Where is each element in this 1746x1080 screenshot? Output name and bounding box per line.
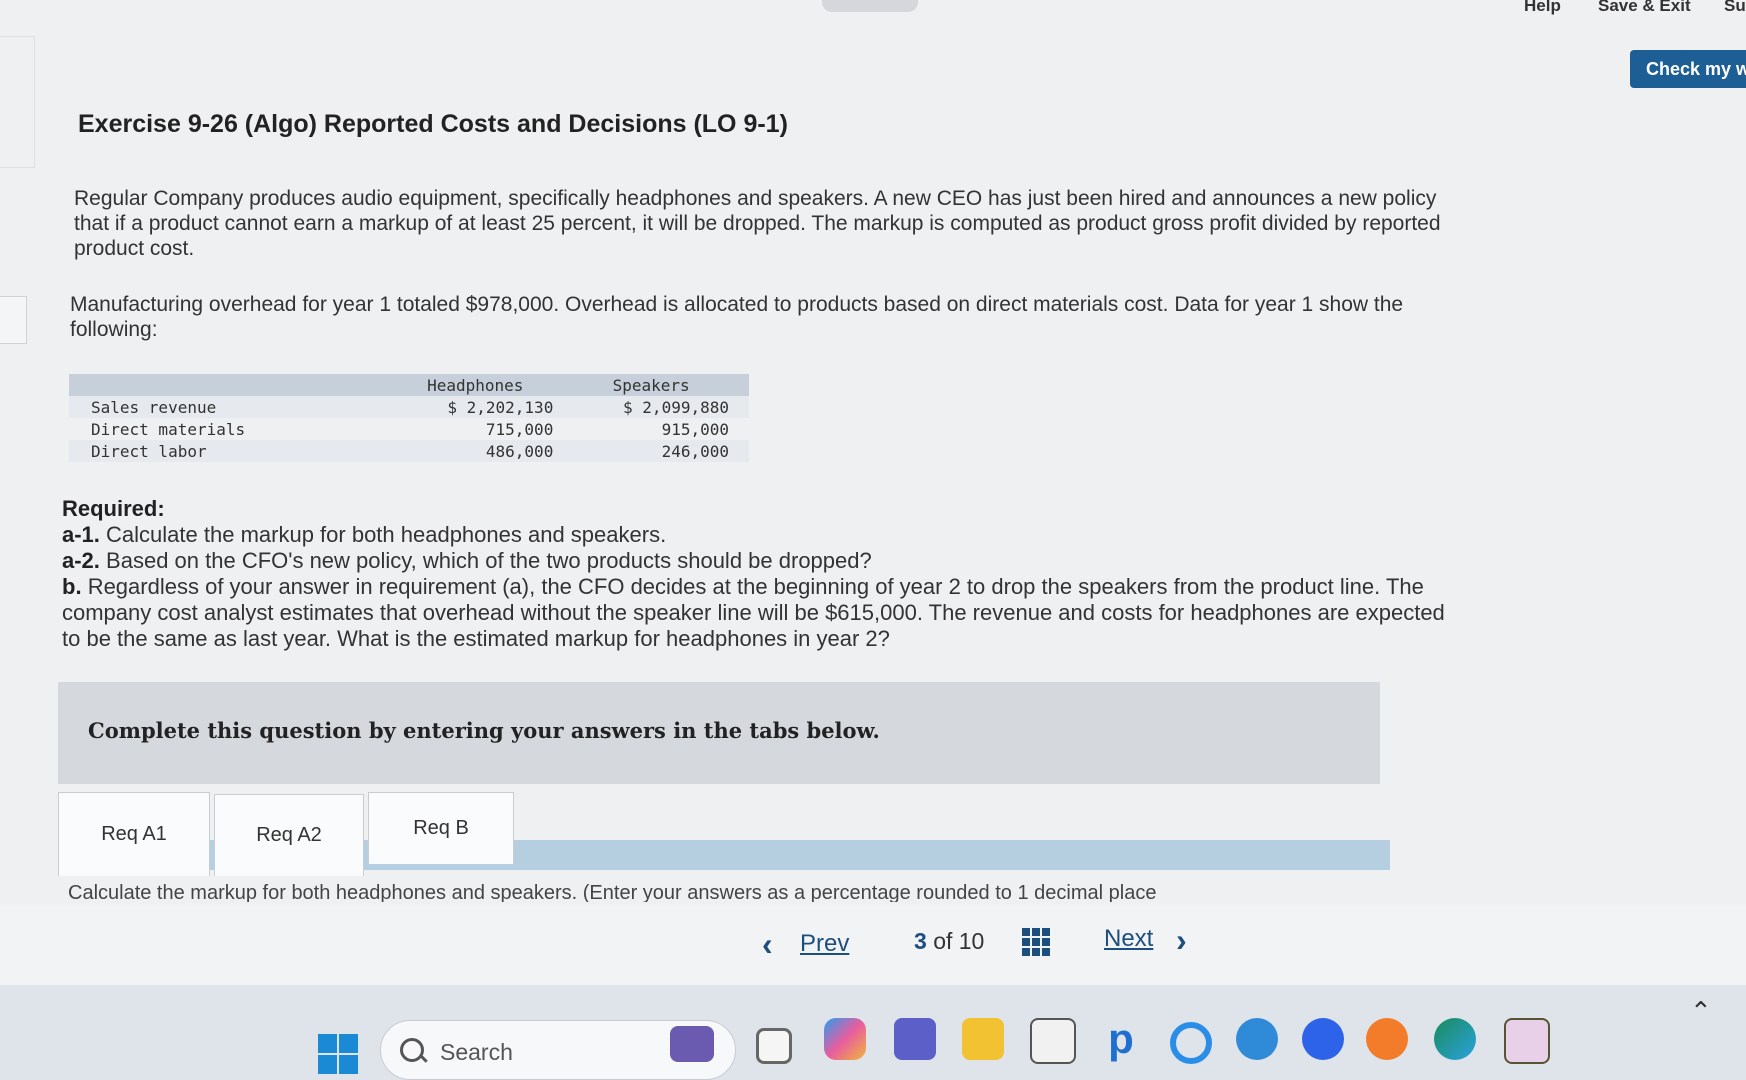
- table-row: Direct materials 715,000 915,000: [69, 418, 749, 440]
- requirement-a1-tag: a-1.: [62, 522, 100, 547]
- circle-app-icon[interactable]: [1170, 1022, 1212, 1064]
- snipping-tool-icon[interactable]: [1504, 1018, 1550, 1064]
- speakers-value: 246,000: [573, 440, 749, 462]
- question-grid-icon[interactable]: [1022, 928, 1050, 956]
- get-help-icon[interactable]: [1236, 1018, 1278, 1060]
- row-label: Direct labor: [69, 440, 398, 462]
- left-panel-edge: [0, 36, 35, 168]
- product-data-table: Headphones Speakers Sales revenue $ 2,20…: [69, 374, 749, 462]
- save-exit-link[interactable]: Save & Exit: [1598, 0, 1691, 16]
- chevron-right-icon[interactable]: ›: [1176, 922, 1187, 959]
- submit-link[interactable]: Su: [1724, 0, 1746, 16]
- windows-taskbar: [0, 985, 1746, 1080]
- column-header-speakers: Speakers: [573, 374, 749, 396]
- tab-req-b[interactable]: Req B: [368, 792, 514, 864]
- firefox-icon[interactable]: [1366, 1018, 1408, 1060]
- windows-start-icon[interactable]: [318, 1034, 358, 1074]
- search-icon: [400, 1038, 424, 1062]
- headphones-value: 715,000: [397, 418, 574, 440]
- speakers-value: 915,000: [573, 418, 749, 440]
- column-header-headphones: Headphones: [397, 374, 574, 396]
- camera-notch: [822, 0, 918, 12]
- check-my-work-button[interactable]: Check my w: [1630, 50, 1746, 88]
- table-row: Direct labor 486,000 246,000: [69, 440, 749, 462]
- tab-instruction: Calculate the markup for both headphones…: [68, 876, 1358, 902]
- overhead-description: Manufacturing overhead for year 1 totale…: [70, 293, 1404, 341]
- exercise-title: Exercise 9-26 (Algo) Reported Costs and …: [78, 110, 788, 138]
- teams-icon[interactable]: [894, 1018, 936, 1060]
- tab-req-a2[interactable]: Req A2: [214, 794, 364, 876]
- requirement-a2-text: Based on the CFO's new policy, which of …: [106, 548, 872, 573]
- next-button[interactable]: Next: [1104, 925, 1153, 953]
- tab-instruction-text: Calculate the markup for both headphones…: [68, 882, 1157, 902]
- page-total: of 10: [933, 928, 985, 954]
- table-header-blank: [69, 374, 398, 396]
- chevron-left-icon[interactable]: ‹: [762, 926, 773, 963]
- page-indicator: 3 of 10: [914, 928, 984, 955]
- help-link[interactable]: Help: [1524, 0, 1561, 16]
- clapperboard-icon[interactable]: [670, 1026, 714, 1062]
- requirement-a2: a-2. Based on the CFO's new policy, whic…: [62, 548, 1462, 574]
- requirements-section: Required: a-1. Calculate the markup for …: [62, 496, 1462, 652]
- edge-icon[interactable]: [1434, 1018, 1476, 1060]
- prev-button[interactable]: Prev: [800, 930, 849, 958]
- left-tab-edge[interactable]: [0, 296, 27, 344]
- requirement-a2-tag: a-2.: [62, 548, 100, 573]
- zoom-icon[interactable]: [1302, 1018, 1344, 1060]
- requirement-a1-text: Calculate the markup for both headphones…: [106, 522, 667, 547]
- row-label: Direct materials: [69, 418, 398, 440]
- taskbar-search-label: Search: [440, 1039, 513, 1065]
- bottom-navigation: [0, 905, 1746, 985]
- requirement-b: b. Regardless of your answer in requirem…: [62, 574, 1462, 652]
- tab-req-a1[interactable]: Req A1: [58, 792, 210, 876]
- requirement-b-tag: b.: [62, 574, 82, 599]
- requirement-a1: a-1. Calculate the markup for both headp…: [62, 522, 1462, 548]
- speakers-value: $ 2,099,880: [573, 396, 749, 418]
- requirement-b-text: Regardless of your answer in requirement…: [62, 574, 1445, 651]
- headphones-value: $ 2,202,130: [397, 396, 574, 418]
- chevron-up-icon[interactable]: ⌃: [1690, 996, 1712, 1027]
- current-page: 3: [914, 928, 927, 954]
- problem-description: Regular Company produces audio equipment…: [74, 187, 1441, 260]
- instructions-panel-text: Complete this question by entering your …: [88, 718, 880, 743]
- p-app-icon[interactable]: p: [1100, 1018, 1142, 1060]
- table-row: Sales revenue $ 2,202,130 $ 2,099,880: [69, 396, 749, 418]
- task-view-icon[interactable]: [756, 1028, 792, 1064]
- headphones-value: 486,000: [397, 440, 574, 462]
- required-heading: Required:: [62, 496, 165, 521]
- file-explorer-icon[interactable]: [962, 1018, 1004, 1060]
- copilot-icon[interactable]: [824, 1018, 866, 1060]
- row-label: Sales revenue: [69, 396, 398, 418]
- top-bar: [0, 0, 1746, 16]
- table-header-row: Headphones Speakers: [69, 374, 749, 396]
- store-icon[interactable]: [1030, 1018, 1076, 1064]
